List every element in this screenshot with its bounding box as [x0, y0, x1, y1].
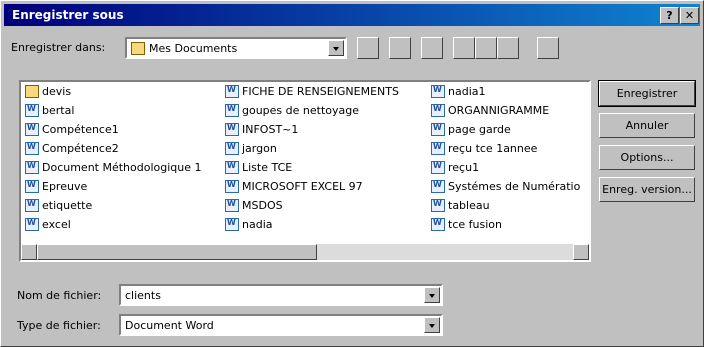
file-name: Compétence1	[42, 123, 119, 136]
save-as-dialog: Enregistrer sous ? ✕ Enregistrer dans: M…	[0, 0, 704, 347]
word-document-icon	[431, 161, 445, 174]
word-document-icon	[431, 180, 445, 193]
word-document-icon	[225, 199, 239, 212]
file-name: reçu1	[448, 161, 480, 174]
file-name: devis	[42, 85, 72, 98]
new-folder-button[interactable]	[421, 37, 443, 59]
filetype-label: Type de fichier:	[17, 319, 101, 332]
word-document-icon	[25, 161, 39, 174]
filename-input[interactable]: clients	[119, 284, 443, 306]
folder-icon	[131, 42, 145, 55]
chevron-down-icon[interactable]	[328, 40, 344, 56]
file-name: FICHE DE RENSEIGNEMENTS	[242, 85, 399, 98]
close-button[interactable]: ✕	[680, 7, 699, 24]
file-name: jargon	[242, 142, 277, 155]
filename-label: Nom de fichier:	[17, 289, 102, 302]
word-document-icon	[225, 180, 239, 193]
file-name: ORGANNIGRAMME	[448, 104, 550, 117]
location-combo[interactable]: Mes Documents	[125, 37, 347, 59]
file-name: MICROSOFT EXCEL 97	[242, 180, 363, 193]
word-document-icon	[225, 123, 239, 136]
word-document-icon	[25, 142, 39, 155]
properties-view-button[interactable]	[497, 37, 519, 59]
chevron-down-icon[interactable]	[424, 317, 440, 333]
word-document-icon	[431, 123, 445, 136]
word-document-icon	[25, 218, 39, 231]
help-button[interactable]: ?	[660, 7, 679, 24]
file-name: INFOST~1	[242, 123, 299, 136]
file-name: etiquette	[42, 199, 93, 212]
file-name: excel	[42, 218, 71, 231]
up-folder-button[interactable]	[357, 37, 379, 59]
file-name: Compétence2	[42, 142, 119, 155]
filename-value: clients	[125, 289, 161, 302]
word-document-icon	[225, 218, 239, 231]
word-document-icon	[225, 142, 239, 155]
word-document-icon	[25, 123, 39, 136]
word-document-icon	[25, 180, 39, 193]
word-document-icon	[431, 104, 445, 117]
file-name: Systémes de Numératio	[448, 180, 581, 193]
word-document-icon	[25, 199, 39, 212]
file-name: nadia1	[448, 85, 486, 98]
file-name: MSDOS	[242, 199, 283, 212]
file-name: page garde	[448, 123, 511, 136]
word-document-icon	[431, 142, 445, 155]
filetype-select[interactable]: Document Word	[119, 314, 443, 336]
details-view-button[interactable]	[475, 37, 497, 59]
file-name: Document Méthodologique 1	[42, 161, 202, 174]
dialog-title: Enregistrer sous	[12, 8, 124, 22]
word-document-icon	[431, 85, 445, 98]
file-list[interactable]: devis bertal Compétence1 Compétence2 Documen…	[19, 80, 591, 262]
folder-icon	[25, 85, 39, 98]
word-document-icon	[225, 161, 239, 174]
commands-button[interactable]	[537, 37, 559, 59]
list-view-button[interactable]	[453, 37, 475, 59]
word-document-icon	[431, 218, 445, 231]
file-name: reçu tce 1annee	[448, 142, 538, 155]
options-button[interactable]: Options...	[599, 145, 695, 170]
word-document-icon	[25, 104, 39, 117]
file-name: Liste TCE	[242, 161, 293, 174]
file-name: nadia	[242, 218, 273, 231]
chevron-down-icon[interactable]	[424, 287, 440, 303]
file-name: Epreuve	[42, 180, 88, 193]
title-bar: Enregistrer sous ? ✕	[4, 4, 700, 26]
scroll-thumb[interactable]	[37, 244, 317, 260]
scroll-right-button[interactable]	[573, 244, 589, 260]
file-name: bertal	[42, 104, 75, 117]
word-document-icon	[431, 199, 445, 212]
horizontal-scrollbar[interactable]	[21, 244, 589, 260]
desktop-button[interactable]	[389, 37, 411, 59]
save-button[interactable]: Enregistrer	[598, 80, 696, 107]
file-name: tce fusion	[448, 218, 502, 231]
scroll-left-button[interactable]	[21, 244, 37, 260]
filetype-value: Document Word	[125, 319, 214, 332]
word-document-icon	[225, 104, 239, 117]
location-value: Mes Documents	[149, 42, 238, 55]
save-version-button[interactable]: Enreg. version...	[599, 177, 695, 202]
file-name: tableau	[448, 199, 490, 212]
cancel-button[interactable]: Annuler	[599, 113, 695, 138]
file-name: goupes de nettoyage	[242, 104, 360, 117]
word-document-icon	[225, 85, 239, 98]
location-label: Enregistrer dans:	[11, 41, 106, 54]
